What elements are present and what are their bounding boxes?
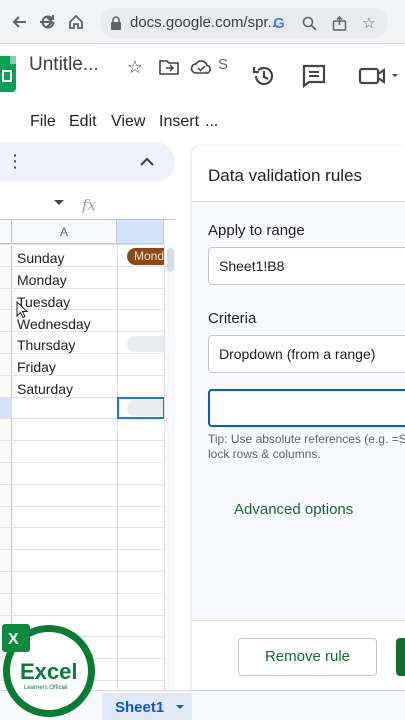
browser-toolbar: docs.google.com/spr... G ☆	[0, 0, 405, 44]
save-status: S	[218, 56, 229, 73]
version-history-icon[interactable]	[250, 62, 278, 90]
cell-a2[interactable]: Monday	[17, 272, 67, 288]
url-text: docs.google.com/spr...	[130, 14, 281, 31]
tip-line-1: Tip: Use absolute references (e.g. =S	[208, 432, 405, 446]
chevron-up-icon[interactable]	[137, 152, 157, 172]
grid-row-line	[0, 505, 164, 507]
tip-line-2: lock rows & columns.	[208, 447, 321, 461]
advanced-options-button[interactable]: Advanced options	[234, 501, 353, 518]
panel-title: Data validation rules	[208, 166, 363, 185]
column-header-b[interactable]	[117, 220, 164, 244]
star-icon[interactable]: ☆	[124, 56, 146, 78]
more-options-icon[interactable]: ⋮	[6, 152, 24, 170]
home-icon[interactable]	[64, 10, 88, 34]
grid-row-line	[0, 614, 164, 616]
panel-footer-divider	[192, 620, 405, 621]
formula-icon: fx	[82, 196, 97, 214]
grid-row-line	[0, 592, 164, 594]
tip-text: Tip: Use absolute references (e.g. =S lo…	[208, 432, 405, 462]
svg-text:Learners Official: Learners Official	[24, 685, 68, 691]
row-header-selected[interactable]	[0, 397, 12, 419]
scroll-thumb[interactable]	[167, 248, 174, 272]
name-box-dropdown-icon[interactable]	[54, 200, 64, 205]
grid-row-line	[0, 440, 164, 442]
address-bar[interactable]: docs.google.com/spr... G ☆	[100, 8, 388, 38]
grid-row-line	[0, 353, 164, 354]
meet-video-icon[interactable]	[356, 62, 404, 90]
grid-row-line	[0, 462, 164, 463]
menu-file[interactable]: File	[30, 113, 56, 131]
lock-icon	[111, 16, 121, 30]
sheet-tab-sheet1[interactable]: Sheet1	[102, 693, 192, 720]
menu-more[interactable]: ...	[205, 113, 218, 131]
cloud-saved-icon[interactable]	[190, 56, 212, 78]
grid-row-line	[0, 527, 164, 529]
done-button[interactable]	[396, 638, 405, 676]
formatting-toolbar: ⋮	[0, 142, 175, 182]
back-arrow-icon[interactable]	[8, 10, 32, 34]
cell-a7[interactable]: Saturday	[17, 381, 73, 397]
document-title[interactable]: Untitle...	[29, 54, 99, 76]
selected-cell-b8[interactable]	[117, 397, 165, 419]
grid-column-line	[117, 244, 118, 690]
menu-edit[interactable]: Edit	[69, 113, 97, 131]
criteria-label: Criteria	[208, 310, 257, 327]
sheets-logo-icon[interactable]	[0, 56, 16, 92]
menu-view[interactable]: View	[111, 113, 145, 131]
remove-rule-button[interactable]: Remove rule	[238, 638, 377, 676]
svg-text:Excel: Excel	[20, 659, 78, 684]
comments-icon[interactable]	[300, 62, 328, 90]
zoom-icon[interactable]	[300, 14, 318, 32]
svg-text:X: X	[8, 631, 19, 648]
grid-row-line	[0, 483, 164, 485]
google-icon[interactable]: G	[270, 14, 288, 32]
corner-header[interactable]	[0, 220, 12, 244]
vertical-scrollbar[interactable]	[164, 244, 175, 690]
formula-bar: fx	[0, 192, 175, 220]
bookmark-star-icon[interactable]: ☆	[360, 14, 378, 32]
move-folder-icon[interactable]	[158, 56, 180, 78]
apply-to-range-label: Apply to range	[208, 222, 305, 239]
sheet-tab-dropdown-icon[interactable]	[176, 705, 184, 709]
column-header-a[interactable]: A	[12, 220, 117, 244]
criteria-select[interactable]: Dropdown (from a range)	[208, 335, 405, 373]
range-input[interactable]: Sheet1!B8	[208, 247, 405, 285]
mouse-pointer-icon	[16, 301, 28, 319]
grid-row-line	[0, 549, 164, 551]
cell-a5[interactable]: Thursday	[17, 337, 75, 353]
grid-row-line	[0, 571, 164, 572]
dropdown-range-input[interactable]	[208, 389, 405, 427]
excel-learners-logo-icon: X Excel Learners Official	[2, 624, 95, 717]
cell-a4[interactable]: Wednesday	[17, 316, 91, 332]
grid-row-line	[0, 244, 164, 245]
reload-icon[interactable]	[36, 10, 60, 34]
sheet-tab-label: Sheet1	[115, 699, 165, 716]
cell-a1[interactable]: Sunday	[17, 250, 64, 266]
cell-a6[interactable]: Friday	[17, 359, 56, 375]
share-icon[interactable]	[330, 14, 348, 32]
menu-insert[interactable]: Insert	[159, 113, 199, 131]
